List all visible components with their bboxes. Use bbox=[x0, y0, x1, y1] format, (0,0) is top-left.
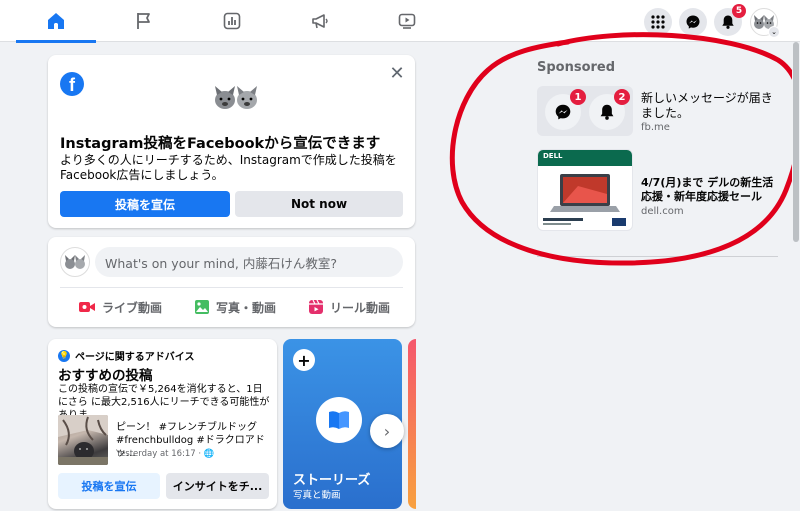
dog-illustration bbox=[215, 86, 257, 109]
menu-button[interactable] bbox=[644, 8, 672, 36]
plus-icon[interactable]: + bbox=[293, 349, 315, 371]
dell-ad-image[interactable]: DELL bbox=[537, 149, 633, 231]
globe-icon: 🌐 bbox=[203, 449, 215, 459]
reel-label: リール動画 bbox=[330, 300, 391, 315]
notifications-button[interactable]: 5 bbox=[714, 4, 746, 36]
ad-messenger-badge: 1 bbox=[570, 89, 586, 105]
messenger-icon bbox=[686, 15, 700, 29]
right-column-divider bbox=[537, 256, 778, 257]
top-navigation-bar: 5 ⌄ bbox=[0, 0, 800, 43]
book-icon bbox=[316, 397, 362, 443]
ad-messenger-circle: 1 bbox=[545, 89, 586, 130]
post-photo-icon bbox=[58, 415, 108, 465]
post-composer: What's on your mind, 内藤石けん教室? ライブ動画 写真・動… bbox=[48, 237, 415, 327]
tab-pages[interactable] bbox=[104, 0, 184, 42]
video-icon bbox=[398, 13, 416, 29]
facebook-logo-icon: f bbox=[60, 72, 84, 96]
messenger-ad-image[interactable]: 1 2 bbox=[537, 86, 633, 136]
ad2-url: dell.com bbox=[641, 206, 684, 217]
view-insights-button[interactable]: インサイトをチ... bbox=[166, 473, 269, 499]
flag-icon bbox=[137, 13, 150, 29]
advice-promote-button[interactable]: 投稿を宣伝 bbox=[58, 473, 160, 499]
photo-video-button[interactable]: 写真・動画 bbox=[194, 294, 276, 320]
post-timestamp-label: Yesterday at 16:17 · bbox=[116, 449, 202, 459]
advice-title: おすすめの投稿 bbox=[58, 368, 153, 384]
live-video-icon bbox=[79, 302, 95, 312]
ad2-text-label: 4/7(月)まで デルの新生活応援・新年度応援セール bbox=[641, 176, 774, 203]
post-timestamp: Yesterday at 16:17 · 🌐 bbox=[116, 449, 214, 459]
scrollbar-thumb[interactable] bbox=[793, 42, 799, 242]
story-card-preview[interactable] bbox=[408, 339, 416, 509]
ad-bell-circle: 2 bbox=[589, 89, 630, 130]
photo-video-label: 写真・動画 bbox=[216, 300, 277, 315]
megaphone-icon bbox=[312, 14, 328, 29]
stories-subtitle: 写真と動画 bbox=[293, 490, 341, 501]
lightbulb-icon: 💡 bbox=[58, 349, 70, 362]
dell-banner: DELL bbox=[538, 150, 632, 166]
close-icon[interactable]: ✕ bbox=[388, 65, 406, 83]
tab-ads[interactable] bbox=[280, 0, 360, 42]
post-thumbnail[interactable] bbox=[58, 415, 108, 465]
whats-on-your-mind-input[interactable]: What's on your mind, 内藤石けん教室? bbox=[95, 247, 403, 277]
advice-header-label: ページに関するアドバイス bbox=[75, 352, 195, 363]
tab-home[interactable] bbox=[16, 0, 96, 43]
photo-icon bbox=[195, 300, 209, 314]
ad1-text[interactable]: 新しいメッセージが届きました。 bbox=[641, 91, 781, 121]
open-book-icon bbox=[329, 411, 349, 429]
reel-icon bbox=[309, 299, 323, 314]
stories-title: ストーリーズ bbox=[293, 473, 371, 488]
grid-menu-icon bbox=[651, 15, 665, 29]
ad1-url: fb.me bbox=[641, 122, 670, 133]
ad-bell-badge: 2 bbox=[614, 89, 630, 105]
page-avatar[interactable] bbox=[60, 247, 90, 277]
divider bbox=[60, 287, 403, 288]
home-icon bbox=[48, 13, 64, 29]
not-now-button[interactable]: Not now bbox=[235, 191, 403, 217]
dashboard-icon bbox=[223, 12, 241, 30]
page-scrollbar[interactable] bbox=[792, 42, 800, 511]
live-video-label: ライブ動画 bbox=[102, 300, 163, 315]
reel-button[interactable]: リール動画 bbox=[308, 294, 390, 320]
messenger-button[interactable] bbox=[679, 8, 707, 36]
promote-post-button[interactable]: 投稿を宣伝 bbox=[60, 191, 230, 217]
dell-logo: DELL bbox=[543, 152, 563, 160]
ad2-text[interactable]: 4/7(月)まで デルの新生活応援・新年度応援セール bbox=[641, 176, 781, 204]
live-video-button[interactable]: ライブ動画 bbox=[78, 294, 162, 320]
tab-video[interactable] bbox=[367, 0, 447, 42]
dog-avatar-icon bbox=[65, 255, 85, 269]
messenger-icon bbox=[555, 104, 571, 120]
stories-next-button[interactable]: › bbox=[370, 414, 404, 448]
promo-description: より多くの人にリーチするため、Instagramで作成した投稿をFacebook… bbox=[60, 153, 397, 182]
tab-insights[interactable] bbox=[192, 0, 272, 42]
sponsored-heading: Sponsored bbox=[537, 60, 616, 75]
account-chevron-down-icon[interactable]: ⌄ bbox=[768, 26, 780, 38]
instagram-promo-card: f ✕ Instagram投稿をFacebookから宣伝できます より多くの人に… bbox=[48, 55, 415, 228]
laptop-image bbox=[543, 174, 626, 226]
bell-icon bbox=[600, 104, 614, 120]
promo-title: Instagram投稿をFacebookから宣伝できます bbox=[60, 136, 381, 152]
notification-count-badge: 5 bbox=[732, 4, 746, 18]
page-advice-card: 💡 ページに関するアドバイス おすすめの投稿 この投稿の宣伝で￥5,264を消化… bbox=[48, 339, 277, 509]
advice-header: 💡 ページに関するアドバイス bbox=[58, 348, 195, 363]
